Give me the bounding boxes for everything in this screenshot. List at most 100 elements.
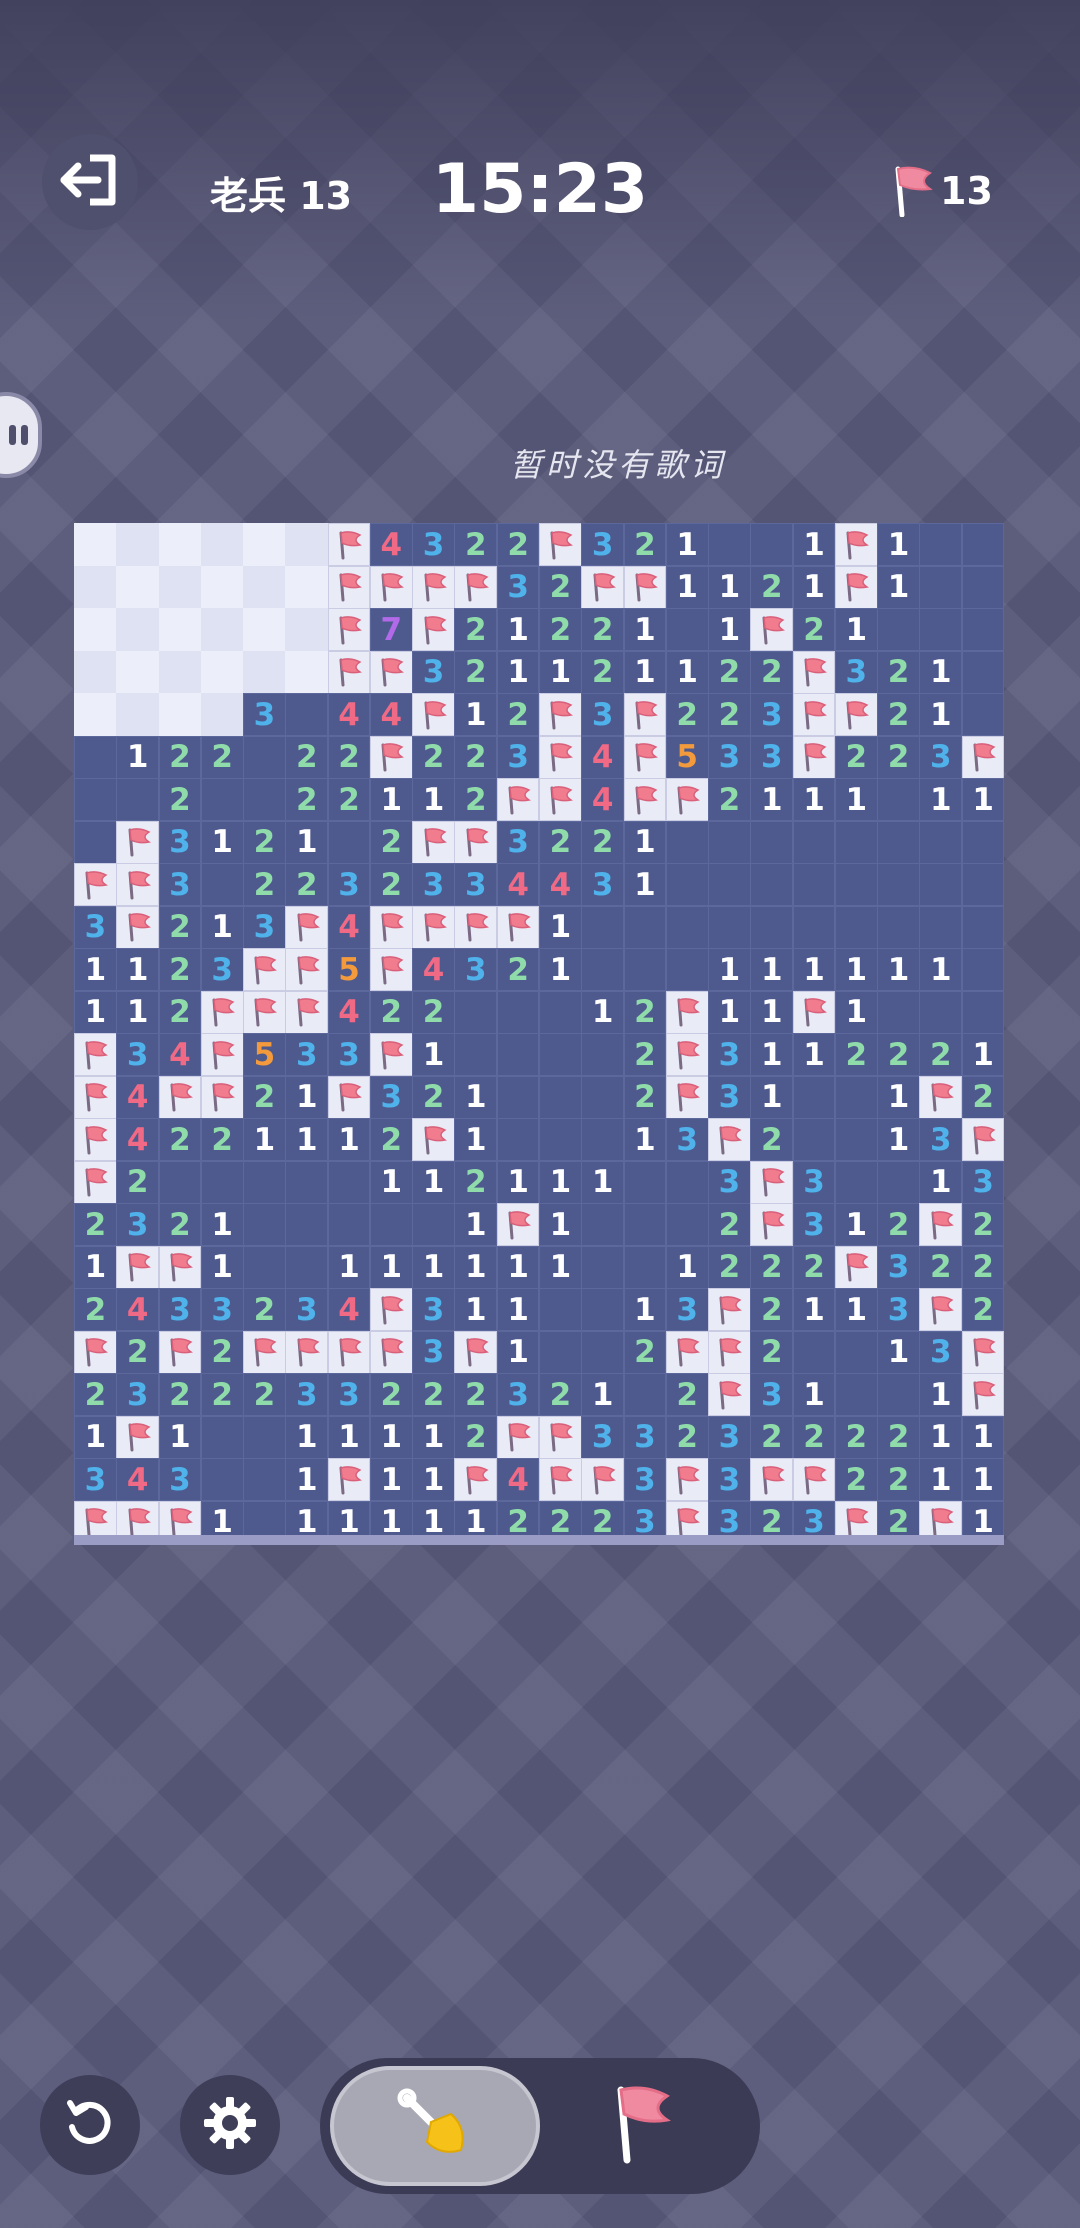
flagged-cell[interactable]: [412, 820, 455, 864]
number-cell[interactable]: 1: [454, 1118, 498, 1161]
number-cell[interactable]: 1: [74, 1245, 117, 1289]
flagged-cell[interactable]: [369, 565, 413, 609]
number-cell[interactable]: 2: [919, 1245, 963, 1289]
empty-cell[interactable]: [412, 1203, 455, 1246]
number-cell[interactable]: 2: [581, 820, 625, 864]
empty-cell[interactable]: [285, 693, 329, 736]
number-cell[interactable]: 1: [412, 1245, 455, 1289]
number-cell[interactable]: 2: [116, 1330, 160, 1374]
flagged-cell[interactable]: [327, 650, 371, 694]
number-cell[interactable]: 1: [919, 1458, 963, 1501]
empty-cell[interactable]: [919, 990, 963, 1034]
empty-cell[interactable]: [200, 1160, 244, 1204]
flagged-cell[interactable]: [74, 1118, 117, 1161]
empty-cell[interactable]: [581, 1075, 625, 1119]
number-cell[interactable]: 3: [581, 523, 625, 566]
empty-cell[interactable]: [243, 778, 286, 821]
flagged-cell[interactable]: [116, 1415, 160, 1459]
empty-cell[interactable]: [581, 1203, 625, 1246]
flagged-cell[interactable]: [708, 1373, 751, 1416]
number-cell[interactable]: 1: [327, 1415, 371, 1459]
number-cell[interactable]: 2: [327, 735, 371, 779]
number-cell[interactable]: 1: [116, 948, 160, 991]
number-cell[interactable]: 1: [877, 565, 920, 609]
flagged-cell[interactable]: [243, 990, 286, 1034]
flagged-cell[interactable]: [369, 1033, 413, 1076]
number-cell[interactable]: 3: [412, 1330, 455, 1374]
empty-cell[interactable]: [919, 863, 963, 906]
empty-cell[interactable]: [243, 1245, 286, 1289]
number-cell[interactable]: 2: [243, 863, 286, 906]
empty-cell[interactable]: [539, 1075, 582, 1119]
number-cell[interactable]: 2: [369, 1118, 413, 1161]
empty-cell[interactable]: [877, 608, 920, 651]
number-cell[interactable]: 1: [750, 1033, 794, 1076]
number-cell[interactable]: 2: [581, 650, 625, 694]
number-cell[interactable]: 2: [158, 905, 202, 949]
empty-cell[interactable]: [961, 820, 1005, 864]
number-cell[interactable]: 1: [623, 650, 667, 694]
number-cell[interactable]: 2: [369, 990, 413, 1034]
number-cell[interactable]: 2: [158, 1373, 202, 1416]
number-cell[interactable]: 1: [285, 1415, 329, 1459]
number-cell[interactable]: 2: [919, 1033, 963, 1076]
number-cell[interactable]: 2: [792, 608, 836, 651]
empty-cell[interactable]: [708, 820, 751, 864]
number-cell[interactable]: 1: [877, 1075, 920, 1119]
unrevealed-cell[interactable]: [74, 523, 117, 566]
flagged-cell[interactable]: [74, 863, 117, 906]
number-cell[interactable]: 3: [665, 1288, 709, 1331]
number-cell[interactable]: 3: [412, 523, 455, 566]
empty-cell[interactable]: [454, 1033, 498, 1076]
empty-cell[interactable]: [243, 735, 286, 779]
flagged-cell[interactable]: [454, 820, 498, 864]
empty-cell[interactable]: [539, 990, 582, 1034]
number-cell[interactable]: 3: [708, 1075, 751, 1119]
flagged-cell[interactable]: [327, 608, 371, 651]
number-cell[interactable]: 3: [877, 1288, 920, 1331]
number-cell[interactable]: 3: [327, 1033, 371, 1076]
number-cell[interactable]: 2: [327, 778, 371, 821]
empty-cell[interactable]: [961, 650, 1005, 694]
unrevealed-cell[interactable]: [74, 693, 117, 736]
unrevealed-cell[interactable]: [200, 693, 244, 736]
side-pull-tab[interactable]: [0, 392, 42, 478]
empty-cell[interactable]: [665, 905, 709, 949]
number-cell[interactable]: 1: [74, 1415, 117, 1459]
number-cell[interactable]: 1: [834, 1203, 878, 1246]
number-cell[interactable]: 1: [792, 778, 836, 821]
flagged-cell[interactable]: [327, 565, 371, 609]
empty-cell[interactable]: [243, 1160, 286, 1204]
number-cell[interactable]: 1: [919, 1373, 963, 1416]
number-cell[interactable]: 3: [834, 650, 878, 694]
number-cell[interactable]: 1: [919, 1160, 963, 1204]
flagged-cell[interactable]: [919, 1075, 963, 1119]
empty-cell[interactable]: [708, 863, 751, 906]
number-cell[interactable]: 1: [200, 1203, 244, 1246]
number-cell[interactable]: 3: [496, 565, 540, 609]
unrevealed-cell[interactable]: [158, 523, 202, 566]
empty-cell[interactable]: [623, 1160, 667, 1204]
number-cell[interactable]: 1: [412, 778, 455, 821]
number-cell[interactable]: 2: [539, 1373, 582, 1416]
number-cell[interactable]: 1: [581, 1160, 625, 1204]
number-cell[interactable]: 2: [74, 1203, 117, 1246]
number-cell[interactable]: 1: [877, 1330, 920, 1374]
number-cell[interactable]: 2: [454, 1160, 498, 1204]
number-cell[interactable]: 2: [454, 778, 498, 821]
empty-cell[interactable]: [792, 905, 836, 949]
empty-cell[interactable]: [961, 863, 1005, 906]
number-cell[interactable]: 1: [454, 1245, 498, 1289]
number-cell[interactable]: 1: [961, 1033, 1005, 1076]
unrevealed-cell[interactable]: [285, 565, 329, 609]
unrevealed-cell[interactable]: [200, 523, 244, 566]
empty-cell[interactable]: [877, 905, 920, 949]
number-cell[interactable]: 3: [877, 1245, 920, 1289]
number-cell[interactable]: 3: [327, 863, 371, 906]
flagged-cell[interactable]: [200, 1075, 244, 1119]
number-cell[interactable]: 2: [877, 1415, 920, 1459]
number-cell[interactable]: 3: [919, 1118, 963, 1161]
flagged-cell[interactable]: [750, 1160, 794, 1204]
flagged-cell[interactable]: [327, 1075, 371, 1119]
empty-cell[interactable]: [623, 1203, 667, 1246]
